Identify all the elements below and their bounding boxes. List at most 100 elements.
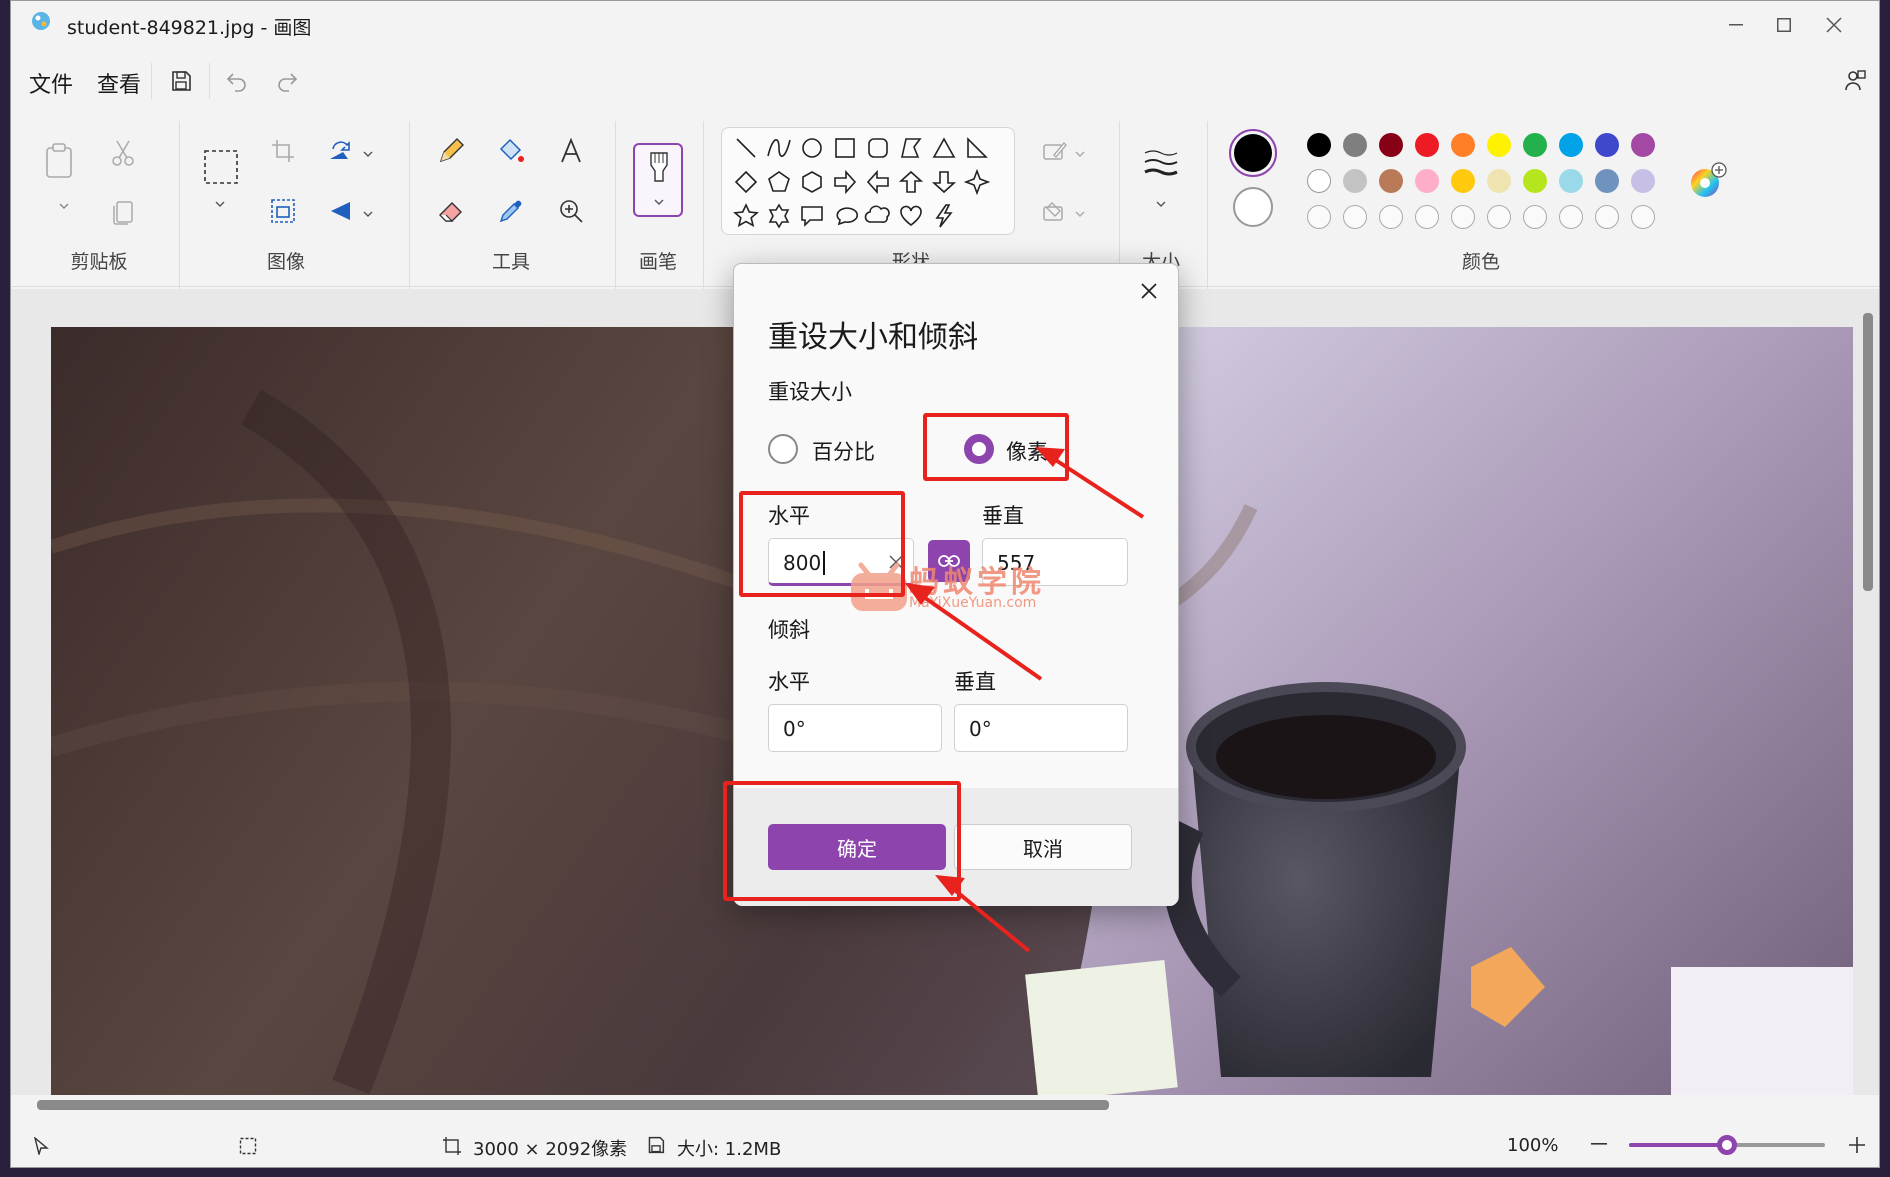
color-swatch[interactable] xyxy=(1415,133,1439,157)
color-swatch[interactable] xyxy=(1523,169,1547,193)
horizontal-scrollbar[interactable] xyxy=(37,1100,1109,1110)
color-swatch[interactable] xyxy=(1523,133,1547,157)
vertical-scrollbar[interactable] xyxy=(1863,313,1873,591)
rotate-button[interactable] xyxy=(321,131,361,171)
size-button[interactable] xyxy=(1141,143,1181,183)
curve-shape-icon[interactable] xyxy=(765,134,793,162)
color-swatch[interactable] xyxy=(1631,133,1655,157)
color-swatch[interactable] xyxy=(1307,169,1331,193)
custom-color-slot[interactable] xyxy=(1523,205,1547,229)
copy-button[interactable] xyxy=(103,193,143,233)
color-swatch[interactable] xyxy=(1559,169,1583,193)
maximize-icon xyxy=(1777,18,1791,32)
maximize-button[interactable] xyxy=(1759,7,1809,43)
color-swatch[interactable] xyxy=(1379,133,1403,157)
diamond-shape-icon[interactable] xyxy=(732,168,760,196)
color-swatch[interactable] xyxy=(1631,169,1655,193)
cancel-button[interactable]: 取消 xyxy=(954,824,1132,870)
oval-shape-icon[interactable] xyxy=(798,134,826,162)
down-arrow-shape-icon[interactable] xyxy=(930,168,958,196)
fill-button[interactable] xyxy=(491,131,531,171)
color-swatch[interactable] xyxy=(1307,133,1331,157)
zoom-slider[interactable] xyxy=(1629,1135,1825,1155)
color-swatch[interactable] xyxy=(1343,169,1367,193)
crop-button[interactable] xyxy=(263,131,303,171)
group-label-colors: 颜色 xyxy=(1461,251,1500,273)
color-swatch[interactable] xyxy=(1415,169,1439,193)
flip-button[interactable] xyxy=(321,191,361,231)
rect-callout-shape-icon[interactable] xyxy=(798,202,826,230)
brushes-button[interactable] xyxy=(633,143,683,217)
zoom-in-icon[interactable] xyxy=(1849,1137,1865,1153)
oval-callout-shape-icon[interactable] xyxy=(831,202,859,230)
custom-color-slot[interactable] xyxy=(1343,205,1367,229)
cut-button[interactable] xyxy=(103,133,143,173)
account-button[interactable] xyxy=(1837,63,1873,99)
color-swatch[interactable] xyxy=(1595,169,1619,193)
eraser-button[interactable] xyxy=(431,191,471,231)
lightning-shape-icon[interactable] xyxy=(930,202,958,230)
custom-color-slot[interactable] xyxy=(1595,205,1619,229)
pentagon-shape-icon[interactable] xyxy=(765,168,793,196)
zoom-in-icon xyxy=(560,200,583,223)
skew-vertical-input[interactable]: 0° xyxy=(954,704,1128,752)
minimize-button[interactable] xyxy=(1711,7,1761,43)
triangle-shape-icon[interactable] xyxy=(930,134,958,162)
rounded-rectangle-shape-icon[interactable] xyxy=(864,134,892,162)
color-swatch[interactable] xyxy=(1451,169,1475,193)
dialog-close-button[interactable] xyxy=(1134,276,1164,306)
custom-color-slot[interactable] xyxy=(1487,205,1511,229)
custom-color-slot[interactable] xyxy=(1307,205,1331,229)
custom-color-slot[interactable] xyxy=(1559,205,1583,229)
menu-file[interactable]: 文件 xyxy=(29,67,73,99)
shape-fill-button[interactable] xyxy=(1035,191,1075,231)
menu-view[interactable]: 查看 xyxy=(97,67,141,99)
paste-icon xyxy=(46,143,72,178)
resize-button[interactable] xyxy=(263,191,303,231)
magnifier-button[interactable] xyxy=(551,191,591,231)
six-point-star-shape-icon[interactable] xyxy=(765,202,793,230)
select-button[interactable] xyxy=(201,147,241,187)
line-shape-icon[interactable] xyxy=(732,134,760,162)
right-arrow-shape-icon[interactable] xyxy=(831,168,859,196)
up-arrow-shape-icon[interactable] xyxy=(897,168,925,196)
custom-color-slot[interactable] xyxy=(1451,205,1475,229)
color-swatch[interactable] xyxy=(1487,133,1511,157)
hexagon-shape-icon[interactable] xyxy=(798,168,826,196)
four-point-star-shape-icon[interactable] xyxy=(963,168,991,196)
five-point-star-shape-icon[interactable] xyxy=(732,202,760,230)
color-swatch[interactable] xyxy=(1487,169,1511,193)
color-swatch[interactable] xyxy=(1379,169,1403,193)
percent-radio[interactable] xyxy=(768,434,798,464)
right-triangle-shape-icon[interactable] xyxy=(963,134,991,162)
custom-color-slot[interactable] xyxy=(1415,205,1439,229)
edit-colors-button[interactable] xyxy=(1687,161,1727,201)
secondary-color-button[interactable] xyxy=(1233,187,1273,227)
primary-color-button[interactable] xyxy=(1229,129,1277,177)
zoom-slider-thumb[interactable] xyxy=(1717,1135,1737,1155)
color-swatch[interactable] xyxy=(1343,133,1367,157)
text-button[interactable] xyxy=(551,131,591,171)
color-swatch[interactable] xyxy=(1559,133,1583,157)
color-swatch[interactable] xyxy=(1451,133,1475,157)
redo-button[interactable] xyxy=(269,63,305,99)
close-icon xyxy=(1826,17,1842,33)
polygon-shape-icon[interactable] xyxy=(897,134,925,162)
close-window-button[interactable] xyxy=(1809,7,1859,43)
color-picker-button[interactable] xyxy=(491,191,531,231)
skew-horizontal-input[interactable]: 0° xyxy=(768,704,942,752)
cloud-callout-shape-icon[interactable] xyxy=(864,202,892,230)
left-arrow-shape-icon[interactable] xyxy=(864,168,892,196)
rectangle-shape-icon[interactable] xyxy=(831,134,859,162)
color-swatch[interactable] xyxy=(1595,133,1619,157)
paste-button[interactable] xyxy=(39,141,79,181)
shape-outline-button[interactable] xyxy=(1035,131,1075,171)
undo-button[interactable] xyxy=(219,63,255,99)
cursor-position-icon xyxy=(34,1137,49,1155)
custom-color-slot[interactable] xyxy=(1631,205,1655,229)
zoom-out-icon[interactable] xyxy=(1591,1143,1607,1147)
pencil-button[interactable] xyxy=(431,131,471,171)
save-button[interactable] xyxy=(163,63,199,99)
heart-shape-icon[interactable] xyxy=(897,202,925,230)
custom-color-slot[interactable] xyxy=(1379,205,1403,229)
